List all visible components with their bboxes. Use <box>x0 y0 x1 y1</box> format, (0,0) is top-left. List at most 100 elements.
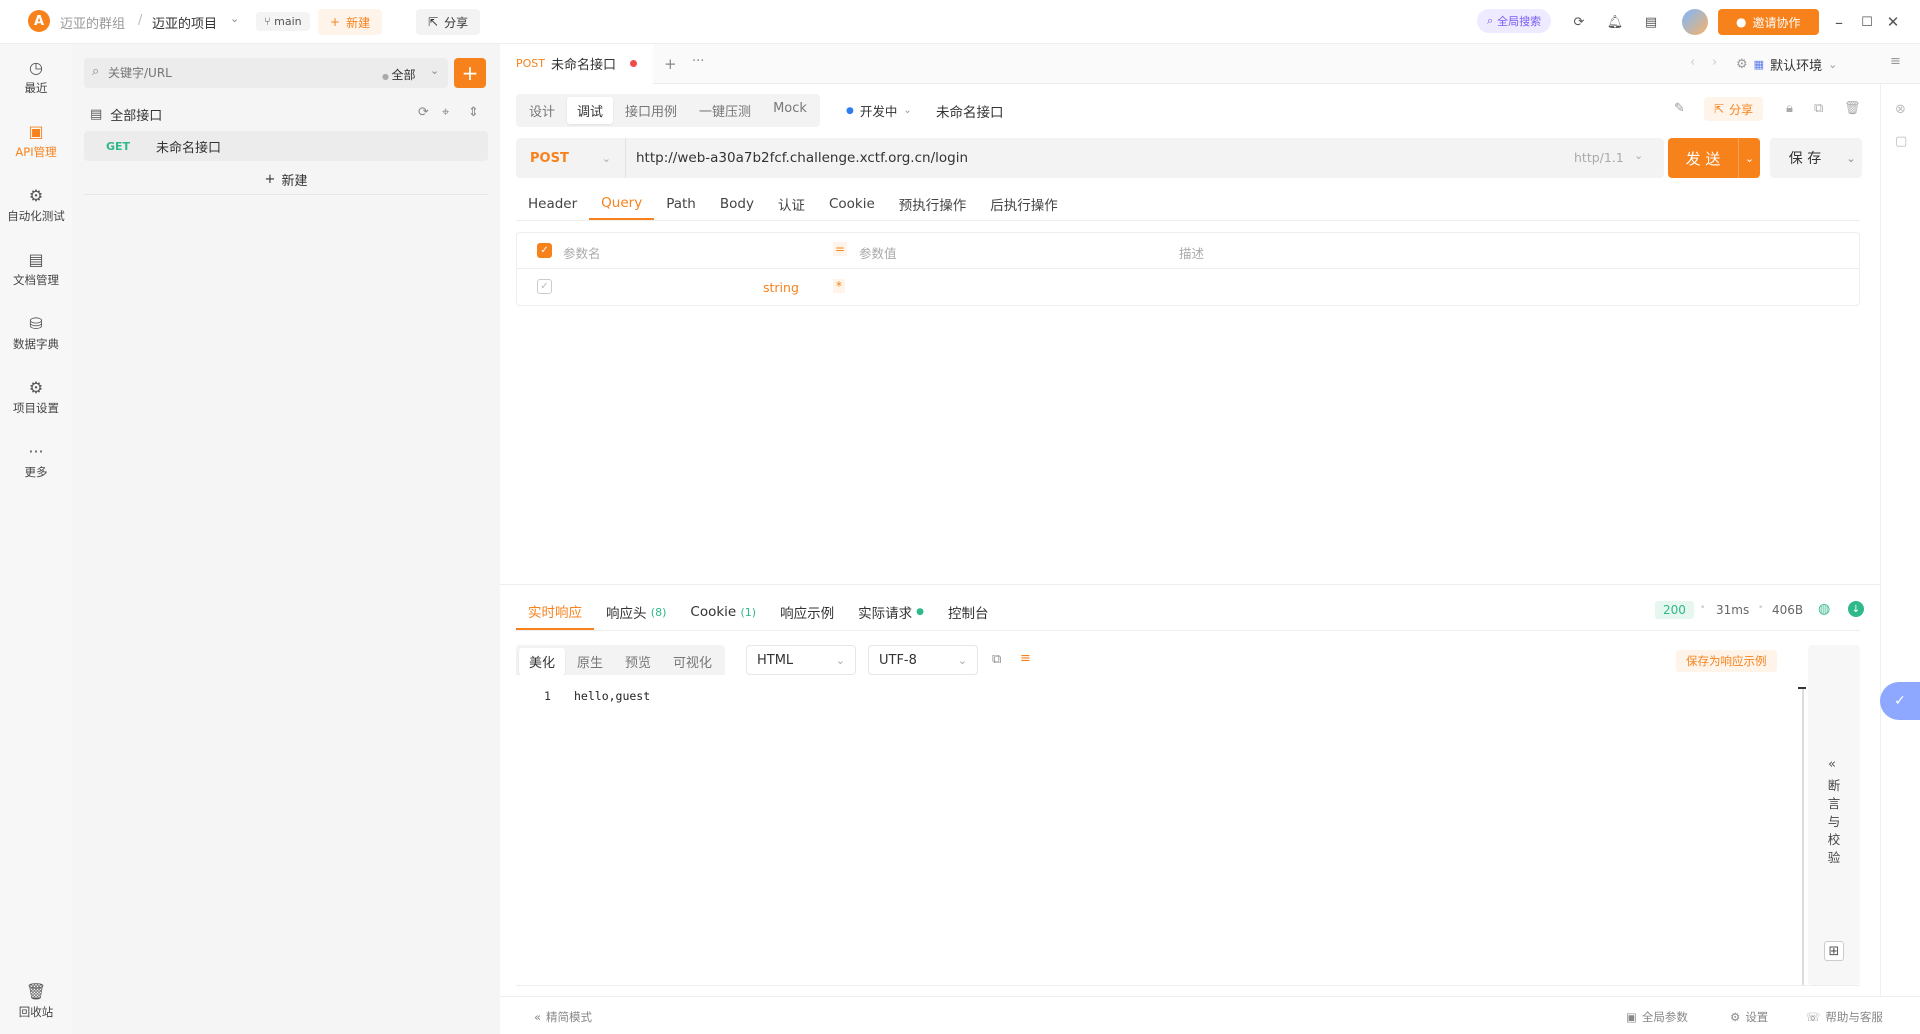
branch-selector[interactable]: ⑂ main <box>256 12 310 31</box>
edit-icon[interactable]: ✎ <box>1674 101 1685 116</box>
view-pretty[interactable]: 美化 <box>519 648 566 675</box>
tab-response-example[interactable]: 响应示例 <box>768 594 846 630</box>
breadcrumb-team[interactable]: 迈亚的群组 <box>60 13 125 32</box>
tab-realtime-response[interactable]: 实时响应 <box>516 594 594 630</box>
tab-actual-request[interactable]: 实际请求 ● <box>846 594 936 630</box>
chevron-down-icon[interactable]: ⌄ <box>1738 138 1760 178</box>
breadcrumb-project[interactable]: 迈亚的项目 <box>152 13 217 32</box>
lock-icon[interactable]: 🔒︎ <box>1786 101 1793 116</box>
chevron-down-icon[interactable]: ⌄ <box>430 64 439 77</box>
copy-icon[interactable]: ⧉ <box>992 652 1001 667</box>
add-tab-icon[interactable]: + <box>664 55 677 73</box>
nav-item-project-settings[interactable]: ⚙ 项目设置 <box>0 378 72 416</box>
global-search-button[interactable]: ⌕ 全局搜索 <box>1477 9 1552 33</box>
nav-item-automation[interactable]: ⚙ 自动化测试 <box>0 186 72 224</box>
nav-item-docs[interactable]: ▤ 文档管理 <box>0 250 72 288</box>
param-description-input[interactable] <box>1179 277 1839 299</box>
scrollbar[interactable] <box>1802 687 1804 985</box>
arrow-right-icon[interactable]: › <box>1712 55 1717 70</box>
tab-header[interactable]: Header <box>516 188 589 220</box>
mode-mock[interactable]: Mock <box>763 97 817 124</box>
maximize-icon[interactable]: ☐ <box>1858 13 1876 31</box>
chevron-down-icon[interactable]: ⌄ <box>1840 152 1862 165</box>
url-input[interactable] <box>636 147 1496 169</box>
share-api-button[interactable]: ⇱ 分享 <box>1704 97 1764 121</box>
tab-path[interactable]: Path <box>654 188 708 220</box>
save-as-example-button[interactable]: 保存为响应示例 <box>1676 650 1777 672</box>
avatar[interactable] <box>1682 9 1708 35</box>
outline-icon[interactable]: ▢ <box>1895 134 1907 149</box>
trash-icon[interactable]: 🗑︎ <box>1844 101 1861 116</box>
save-button[interactable]: 保 存 ⌄ <box>1770 138 1862 178</box>
nav-item-trash[interactable]: 🗑︎ 回收站 <box>0 982 72 1020</box>
required-toggle[interactable]: * <box>833 279 845 293</box>
tab-post-script[interactable]: 后执行操作 <box>978 188 1070 220</box>
tab-response-headers[interactable]: 响应头 (8) <box>594 594 678 630</box>
mode-design[interactable]: 设计 <box>519 97 565 124</box>
tree-item[interactable]: GET 未命名接口 <box>84 131 488 161</box>
response-body[interactable]: 1 hello,guest <box>516 675 1806 985</box>
assistant-float-button[interactable]: ✓ <box>1880 682 1920 720</box>
tab-cookie[interactable]: Cookie <box>817 188 887 220</box>
info-icon[interactable]: ⊗ <box>1895 102 1906 117</box>
response-size[interactable]: 406B <box>1772 603 1803 617</box>
row-checkbox[interactable]: ✓ <box>537 279 552 294</box>
search-input[interactable] <box>108 62 348 84</box>
format-select[interactable]: HTML ⌄ <box>746 645 856 675</box>
tab-console[interactable]: 控制台 <box>936 594 1001 630</box>
share-button[interactable]: ⇱ 分享 <box>416 9 481 35</box>
tab-pre-script[interactable]: 预执行操作 <box>887 188 979 220</box>
layout-icon[interactable]: ⊞ <box>1824 941 1844 961</box>
view-visualize[interactable]: 可视化 <box>663 648 722 675</box>
tab-untitled-api[interactable]: POST 未命名接口 <box>500 44 654 84</box>
splitter[interactable] <box>500 584 1880 585</box>
sync-icon[interactable]: ⟳ <box>1570 13 1588 31</box>
new-button[interactable]: + 新建 <box>318 9 383 35</box>
expand-collapse-icon[interactable]: ⇕ <box>468 105 479 120</box>
tab-body[interactable]: Body <box>708 188 766 220</box>
settings-button[interactable]: ⚙ 设置 <box>1730 1009 1768 1025</box>
scrollbar-thumb[interactable] <box>1798 687 1806 689</box>
tab-auth[interactable]: 认证 <box>766 188 817 220</box>
param-value-input[interactable] <box>859 277 1159 299</box>
encoding-select[interactable]: UTF-8 ⌄ <box>868 645 978 675</box>
tab-query[interactable]: Query <box>589 188 655 220</box>
param-name-input[interactable] <box>563 277 753 299</box>
filter-select[interactable]: ● 全部 <box>382 66 416 83</box>
api-title[interactable]: 未命名接口 <box>936 101 1004 121</box>
nav-item-api[interactable]: ▣ API管理 <box>0 122 72 160</box>
param-type-select[interactable]: string <box>763 280 799 295</box>
bell-icon[interactable]: 🔔︎ <box>1606 13 1624 31</box>
nav-item-dictionary[interactable]: ⛁ 数据字典 <box>0 314 72 352</box>
tree-new-button[interactable]: + 新建 <box>84 165 488 195</box>
view-preview[interactable]: 预览 <box>615 648 661 675</box>
wrap-lines-icon[interactable]: ≡ <box>1020 651 1031 666</box>
arrow-left-icon[interactable]: ‹ <box>1690 55 1695 70</box>
add-api-button[interactable]: + <box>454 58 486 88</box>
tab-response-cookie[interactable]: Cookie (1) <box>678 594 768 630</box>
tree-root[interactable]: ▤ 全部接口 ⟳ ⌖ ⇕ <box>84 100 488 128</box>
mode-test-case[interactable]: 接口用例 <box>615 97 687 124</box>
close-icon[interactable]: ✕ <box>1884 13 1902 31</box>
mode-debug[interactable]: 调试 <box>567 97 614 124</box>
response-time[interactable]: 31ms <box>1716 603 1749 617</box>
mode-stress-test[interactable]: 一键压测 <box>689 97 761 124</box>
environment-selector[interactable]: ⚙ ▦ 默认环境 ⌄ <box>1736 55 1837 74</box>
nav-item-recent[interactable]: ◷ 最近 <box>0 58 72 96</box>
assertion-panel[interactable]: « 断 言 与 校 验 ⊞ <box>1808 645 1860 985</box>
minimize-icon[interactable]: – <box>1830 13 1848 32</box>
locate-icon[interactable]: ⌖ <box>442 105 449 120</box>
chevron-down-icon[interactable]: ⌄ <box>230 12 239 25</box>
status-selector[interactable]: ● 开发中 ⌄ <box>846 101 912 120</box>
nav-item-more[interactable]: ··· 更多 <box>0 442 72 480</box>
compact-mode-button[interactable]: « 精简模式 <box>534 1009 592 1025</box>
menu-icon[interactable]: ≡ <box>1890 54 1901 69</box>
notes-icon[interactable]: ▤ <box>1642 13 1660 31</box>
refresh-icon[interactable]: ⟳ <box>418 105 429 120</box>
view-raw[interactable]: 原生 <box>567 648 613 675</box>
download-icon[interactable]: ↓ <box>1848 601 1864 617</box>
help-button[interactable]: ☏ 帮助与客服 <box>1806 1009 1883 1025</box>
invite-button[interactable]: ● 邀请协作 <box>1718 9 1819 35</box>
send-button[interactable]: 发 送 ⌄ <box>1668 138 1760 178</box>
copy-icon[interactable]: ⧉ <box>1814 101 1823 116</box>
